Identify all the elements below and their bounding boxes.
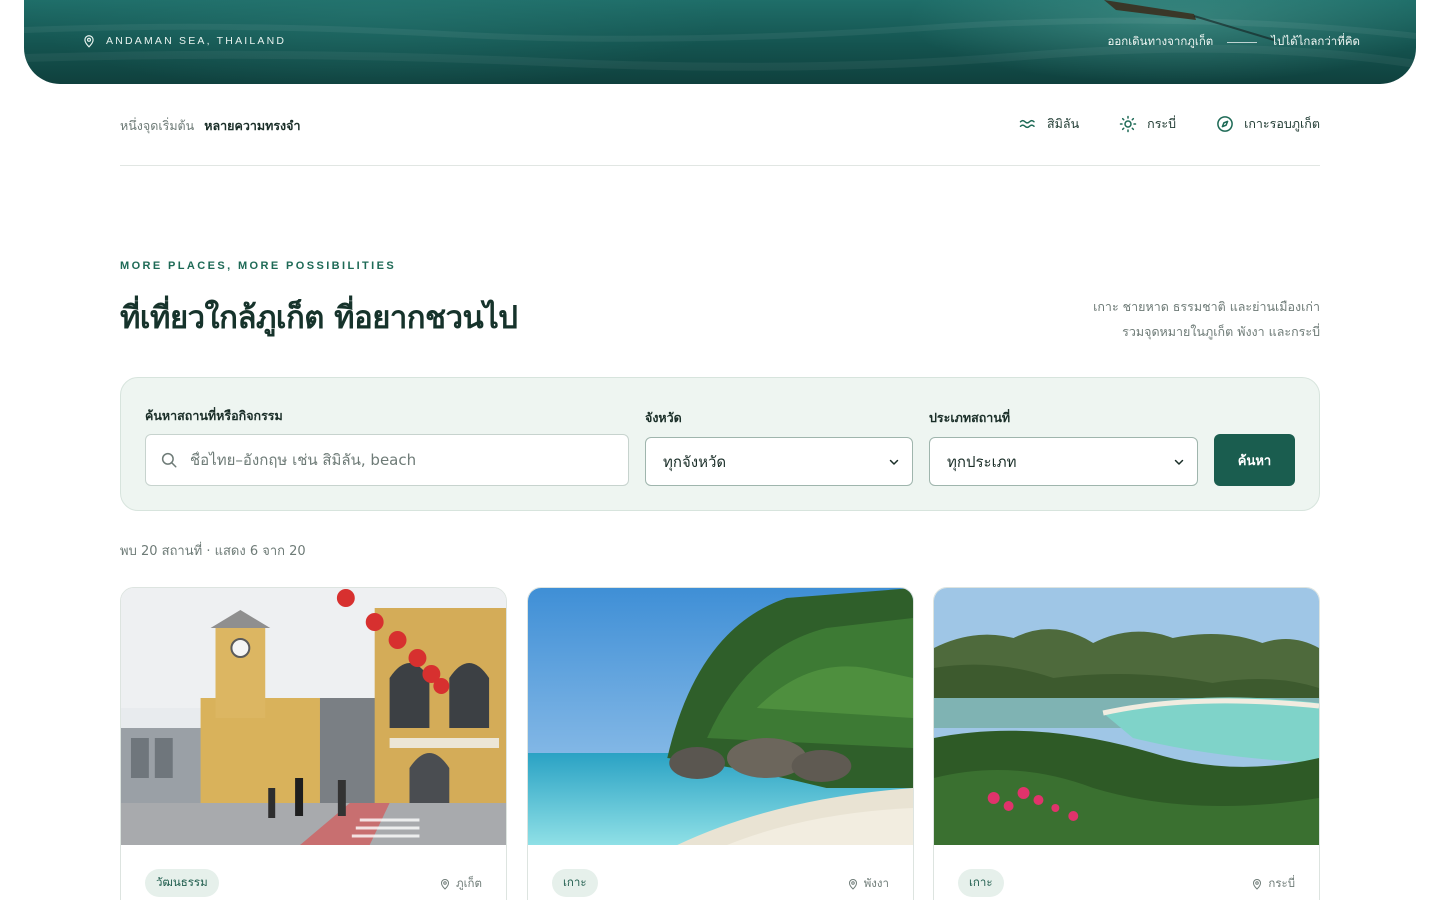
card-location: ภูเก็ต (439, 875, 482, 893)
province-label: จังหวัด (645, 410, 682, 425)
card-location-label: ภูเก็ต (456, 876, 482, 890)
search-button[interactable]: ค้นหา (1214, 434, 1295, 486)
type-select[interactable]: ทุกประเภท (929, 437, 1198, 486)
quick-link-label: เกาะรอบภูเก็ต (1244, 116, 1320, 131)
hero-tagline: ออกเดินทางจากภูเก็ต ไปได้ไกลกว่าที่คิด (1107, 33, 1360, 51)
quick-link-krabi[interactable]: กระบี่ (1119, 114, 1176, 134)
hero-location-label: ANDAMAN SEA, THAILAND (106, 35, 287, 47)
quick-link-phuket-islands[interactable]: เกาะรอบภูเก็ต (1216, 114, 1320, 134)
place-card[interactable]: เกาะ พังงา (527, 587, 914, 900)
chevron-down-icon (1174, 459, 1184, 465)
compass-icon (1217, 116, 1233, 132)
section-eyebrow: MORE PLACES, MORE POSSIBILITIES (120, 260, 397, 272)
card-location-label: พังงา (863, 876, 889, 890)
category-tag: เกาะ (552, 869, 598, 897)
category-tag: เกาะ (958, 869, 1004, 897)
search-query-label: ค้นหาสถานที่หรือกิจกรรม (145, 408, 283, 423)
card-location-label: กระบี่ (1268, 876, 1295, 890)
quick-link-label: กระบี่ (1147, 116, 1177, 131)
card-location: พังงา (847, 875, 889, 893)
section-note-line-1: เกาะ ชายหาด ธรรมชาติ และย่านเมืองเก่า (1093, 299, 1320, 314)
type-label: ประเภทสถานที่ (929, 410, 1011, 425)
hero-banner: ANDAMAN SEA, THAILAND ออกเดินทางจากภูเก็… (24, 0, 1416, 84)
chevron-down-icon (889, 459, 899, 465)
category-tag: วัฒนธรรม (145, 869, 219, 897)
sun-icon (1119, 115, 1137, 133)
map-pin-icon (441, 879, 450, 890)
section-note: เกาะ ชายหาด ธรรมชาติ และย่านเมืองเก่า รว… (1060, 294, 1320, 344)
place-card[interactable]: วัฒนธรรม ภูเก็ต (120, 587, 507, 900)
divider (1227, 41, 1258, 43)
province-select-value: ทุกจังหวัด (663, 452, 727, 471)
place-image-island-bay (934, 588, 1319, 845)
province-select[interactable]: ทุกจังหวัด (645, 437, 913, 486)
place-image-beach (528, 588, 913, 845)
sub-navigation: หนึ่งจุดเริ่มต้น หลายความทรงจำ สิมิลัน ก… (120, 108, 1320, 166)
map-pin-icon (848, 879, 857, 890)
search-panel: ค้นหาสถานที่หรือกิจกรรม จังหวัด ทุกจังหว… (120, 377, 1320, 511)
map-pin-icon (84, 35, 94, 48)
type-select-value: ทุกประเภท (947, 452, 1017, 471)
quick-links: สิมิลัน กระบี่ เกาะรอบภูเก็ต (1019, 114, 1320, 134)
search-icon (161, 452, 177, 468)
intro-muted: หนึ่งจุดเริ่มต้น (120, 118, 195, 133)
place-card[interactable]: เกาะ กระบี่ (933, 587, 1320, 900)
waves-icon (1019, 119, 1035, 129)
hero-tagline-right: ไปได้ไกลกว่าที่คิด (1271, 34, 1360, 48)
search-query-field[interactable] (145, 434, 629, 486)
section-note-line-2: รวมจุดหมายในภูเก็ต พังงา และกระบี่ (1122, 324, 1320, 339)
section-title: ที่เที่ยวใกล้ภูเก็ต ที่อยากชวนไป (120, 300, 518, 336)
intro-text: หนึ่งจุดเริ่มต้น หลายความทรงจำ (120, 116, 301, 136)
quick-link-label: สิมิลัน (1047, 116, 1080, 131)
search-input[interactable] (190, 451, 610, 469)
intro-strong: หลายความทรงจำ (204, 118, 301, 133)
hero-location: ANDAMAN SEA, THAILAND (82, 34, 286, 48)
result-count: พบ 20 สถานที่ · แสดง 6 จาก 20 (120, 544, 306, 559)
place-image-old-town (121, 588, 506, 845)
map-pin-icon (1253, 879, 1262, 890)
quick-link-similan[interactable]: สิมิลัน (1019, 114, 1079, 134)
hero-tagline-left: ออกเดินทางจากภูเก็ต (1107, 34, 1214, 48)
card-location: กระบี่ (1251, 875, 1295, 893)
